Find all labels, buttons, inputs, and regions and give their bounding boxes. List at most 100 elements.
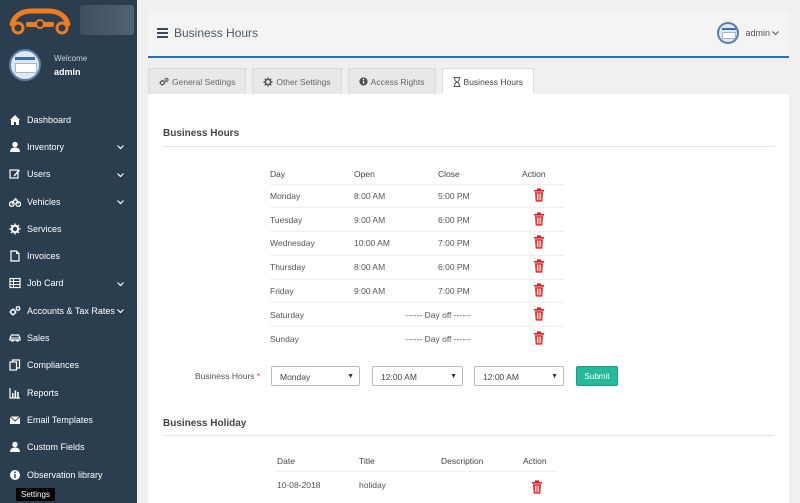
sidebar-item-accounts-tax-rates[interactable]: Accounts & Tax Rates: [0, 297, 137, 324]
tab-label: Other Settings: [276, 76, 331, 87]
table-header-row: Day Open Close Action: [270, 164, 564, 184]
table-row: Thursday 8:00 AM 6:00 PM: [270, 254, 564, 280]
trash-icon[interactable]: [533, 307, 545, 323]
edit-icon: [9, 169, 21, 180]
user-menu[interactable]: admin: [717, 22, 779, 44]
sidebar-item-job-card[interactable]: Job Card: [0, 270, 137, 297]
business-hours-heading: Business Hours: [163, 128, 240, 139]
table-row: Sunday ------ Day off ------: [270, 326, 564, 351]
tab-general-settings[interactable]: General Settings: [148, 68, 247, 94]
close-time-cell: 7:00 PM: [438, 231, 522, 256]
sidebar-item-label: Users: [27, 169, 51, 180]
action-cell: [522, 231, 564, 256]
sidebar-item-reports[interactable]: Reports: [0, 379, 137, 406]
sidebar-item-inventory[interactable]: Inventory: [0, 133, 137, 160]
close-time-cell: 6:00 PM: [438, 254, 522, 280]
sidebar-item-compliances[interactable]: Compliances: [0, 352, 137, 379]
trash-icon[interactable]: [533, 188, 545, 204]
day-select[interactable]: Monday ▼: [271, 366, 360, 386]
page-title: Business Hours: [174, 26, 259, 40]
user-name[interactable]: admin: [745, 28, 770, 38]
brand-name-blurred: [80, 5, 134, 35]
sidebar-item-vehicles[interactable]: Vehicles: [0, 188, 137, 215]
date-cell: 10-08-2018: [277, 470, 359, 499]
day-cell: Sunday: [270, 326, 354, 351]
sidebar-item-label: Custom Fields: [27, 442, 85, 453]
open-time-cell: 9:00 AM: [354, 278, 438, 303]
info-circle-icon: [359, 77, 368, 86]
cogs-icon: [9, 305, 21, 316]
sidebar-item-label: Services: [27, 223, 62, 234]
sidebar-item-dashboard[interactable]: Dashboard: [0, 106, 137, 133]
cogs-icon: [159, 77, 169, 87]
envelope-icon: [9, 414, 21, 425]
file-icon: [9, 250, 21, 262]
column-header-action: Action: [522, 168, 546, 179]
sidebar-item-label: Dashboard: [27, 114, 72, 125]
avatar[interactable]: [9, 49, 41, 81]
cog-icon: [9, 223, 21, 235]
sidebar-item-label: Invoices: [27, 251, 61, 262]
trash-icon[interactable]: [533, 331, 545, 347]
tab-label: Access Rights: [370, 76, 425, 87]
hourglass-icon: [453, 76, 461, 87]
sidebar-item-label: Email Templates: [27, 414, 93, 425]
car-icon: [9, 333, 21, 344]
day-cell: Thursday: [270, 254, 354, 280]
sidebar-item-users[interactable]: Users: [0, 161, 137, 188]
open-time-cell: 8:00 AM: [354, 254, 438, 280]
tab-label: Business Hours: [463, 76, 524, 87]
info-circle-icon: [9, 469, 21, 480]
day-cell: Tuesday: [270, 207, 354, 232]
close-time-cell: 6:00 PM: [438, 207, 522, 232]
sidebar-item-custom-fields[interactable]: Custom Fields: [0, 434, 137, 461]
day-cell: Friday: [270, 278, 354, 303]
trash-icon[interactable]: [533, 212, 545, 228]
trash-icon[interactable]: [533, 235, 545, 251]
tab-business-hours[interactable]: Business Hours: [441, 68, 535, 94]
trash-icon[interactable]: [533, 283, 545, 299]
sidebar-username: admin: [54, 67, 81, 77]
sidebar-item-observation-library[interactable]: Observation library: [0, 461, 137, 488]
tab-other-settings[interactable]: Other Settings: [252, 68, 342, 94]
chevron-down-icon[interactable]: [117, 197, 124, 207]
user-icon: [9, 442, 21, 453]
sidebar-item-sales[interactable]: Sales: [0, 324, 137, 351]
divider: [163, 146, 774, 147]
sidebar-item-label: Inventory: [27, 141, 65, 152]
business-hours-form: Business Hours * Monday ▼ 12:00 AM ▼ 12:00…: [148, 366, 789, 386]
business-hours-table: Day Open Close Action Monday 8:00 AM 5:00 …: [270, 164, 564, 351]
table-row: Tuesday 9:00 AM 6:00 PM: [270, 207, 564, 232]
table-row: Saturday ------ Day off ------: [270, 302, 564, 327]
car-wrench-logo-icon[interactable]: [6, 4, 74, 36]
caret-down-icon: ▼: [551, 373, 558, 380]
tab-access-rights[interactable]: Access Rights: [347, 68, 436, 94]
day-cell: Monday: [270, 183, 354, 208]
open-time-select[interactable]: 12:00 AM ▼: [372, 366, 463, 386]
trash-icon[interactable]: [531, 480, 543, 496]
chevron-down-icon[interactable]: [117, 170, 124, 180]
column-header-open: Open: [354, 168, 375, 179]
sidebar-item-invoices[interactable]: Invoices: [0, 242, 137, 269]
chevron-down-icon[interactable]: [117, 279, 124, 289]
settings-tooltip: Settings: [16, 488, 55, 501]
trash-icon[interactable]: [533, 259, 545, 275]
column-header-title: Title: [359, 455, 375, 466]
day-off-cell: ------ Day off ------: [354, 302, 522, 327]
chevron-down-icon[interactable]: [117, 306, 124, 316]
profile: Welcome admin: [0, 40, 137, 90]
hamburger-menu-icon[interactable]: [157, 28, 168, 38]
column-header-description: Description: [441, 455, 484, 466]
chevron-down-icon[interactable]: [772, 30, 779, 36]
sidebar-item-email-templates[interactable]: Email Templates: [0, 406, 137, 433]
avatar[interactable]: [717, 22, 740, 44]
chevron-down-icon[interactable]: [117, 142, 124, 152]
cog-icon: [263, 76, 273, 87]
caret-down-icon: ▼: [450, 373, 457, 380]
sidebar-item-label: Vehicles: [27, 196, 61, 207]
close-time-select[interactable]: 12:00 AM ▼: [474, 366, 564, 386]
sidebar-item-services[interactable]: Services: [0, 215, 137, 242]
copy-icon: [9, 359, 21, 371]
submit-button[interactable]: Submit: [576, 366, 618, 386]
day-cell: Saturday: [270, 302, 354, 327]
